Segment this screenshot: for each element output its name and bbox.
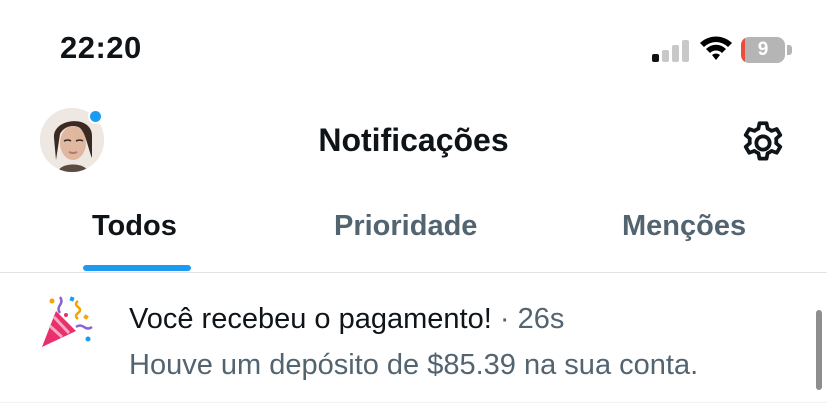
- notification-body: Houve um depósito de $85.39 na sua conta…: [129, 349, 699, 381]
- page-title: Notificações: [318, 122, 509, 158]
- notification-title: Você recebeu o pagamento!: [129, 303, 492, 335]
- tab-label: Todos: [92, 210, 177, 242]
- active-tab-indicator: [83, 265, 191, 271]
- party-popper-icon: [42, 296, 93, 347]
- tab-bar: Todos Prioridade Menções: [0, 190, 827, 272]
- battery-tip: [787, 45, 792, 55]
- tab-prioridade[interactable]: Prioridade: [270, 190, 560, 272]
- battery-icon: 9: [741, 37, 785, 63]
- status-bar: 22:20 9: [0, 0, 827, 100]
- tab-todos[interactable]: Todos: [0, 190, 270, 272]
- gear-icon[interactable]: [738, 118, 788, 168]
- notification-separator: ·: [499, 303, 510, 335]
- header: Notificações: [0, 100, 827, 180]
- scrollbar[interactable]: [816, 310, 822, 390]
- battery-percent: 9: [757, 39, 769, 60]
- signal-icon: [652, 38, 692, 62]
- notification-item[interactable]: Você recebeu o pagamento! · 26s Houve um…: [0, 273, 827, 415]
- notification-time: 26s: [517, 303, 565, 335]
- status-time: 22:20: [60, 30, 142, 65]
- tab-label: Prioridade: [334, 210, 478, 242]
- tab-label: Menções: [622, 210, 747, 242]
- tab-mencoes[interactable]: Menções: [560, 190, 827, 272]
- wifi-icon: [700, 36, 732, 60]
- notification-title-line: Você recebeu o pagamento! · 26s: [129, 303, 564, 336]
- notification-divider: [0, 402, 827, 403]
